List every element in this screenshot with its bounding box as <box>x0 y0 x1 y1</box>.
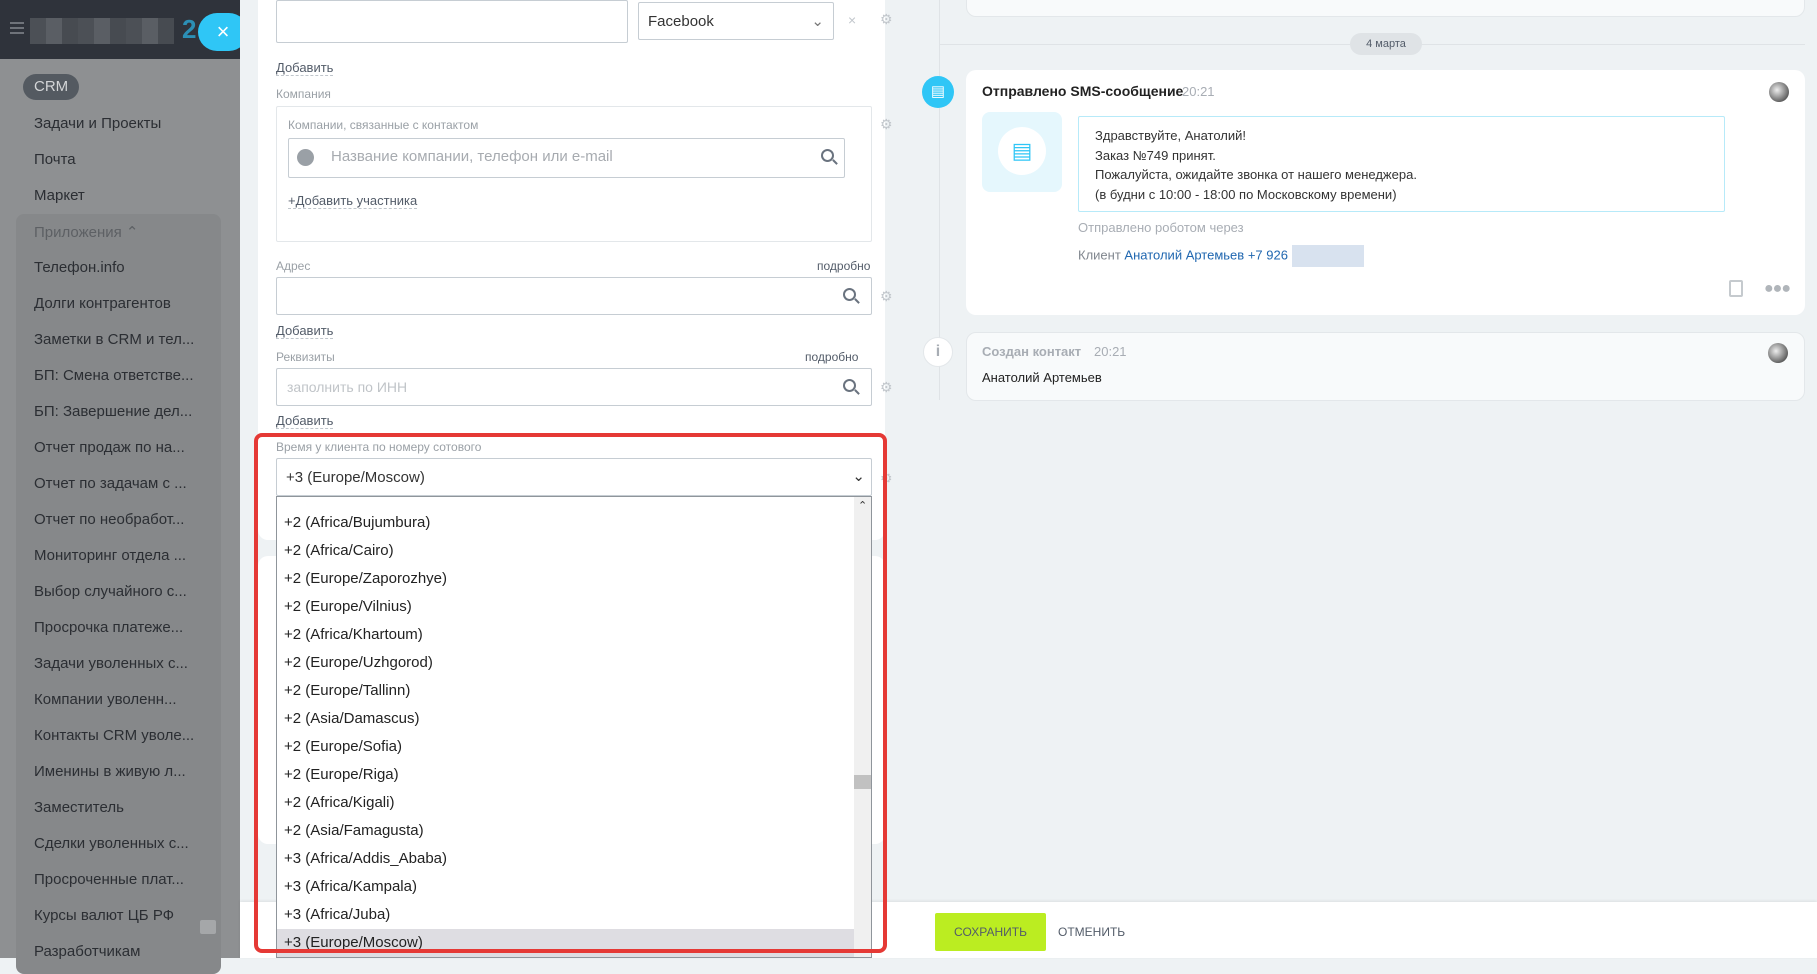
client-phone-link[interactable]: +7 926 <box>1248 247 1288 262</box>
sidebar-app-item[interactable]: Разработчикам <box>34 943 140 960</box>
sidebar-app-item[interactable]: Отчет по необработ... <box>34 511 184 528</box>
gear-icon[interactable]: ⚙ <box>880 379 893 396</box>
created-contact-name: Анатолий Артемьев <box>982 370 1102 385</box>
company-icon <box>297 149 314 166</box>
menu-icon[interactable] <box>10 22 24 24</box>
messenger-type-value: Facebook <box>648 13 714 30</box>
sms-line: Заказ №749 принят. <box>1095 147 1216 163</box>
add-requisites-link[interactable]: Добавить <box>276 413 334 429</box>
sidebar-item-mail[interactable]: Почта <box>34 151 76 168</box>
search-icon[interactable] <box>821 149 834 162</box>
sidebar-app-item[interactable]: Заместитель <box>34 799 124 816</box>
requisites-label: Реквизиты <box>276 350 335 364</box>
sidebar-app-item[interactable]: Выбор случайного с... <box>34 583 187 600</box>
add-participant-link[interactable]: +Добавить участника <box>288 193 418 209</box>
sidebar-app-item[interactable]: Просроченные плат... <box>34 871 184 888</box>
apps-group-toggle[interactable]: Приложения ⌃ <box>34 223 139 241</box>
sidebar-app-item[interactable]: Контакты CRM уволе... <box>34 727 194 744</box>
gear-icon[interactable]: ⚙ <box>880 11 893 28</box>
sidebar-app-item[interactable]: Отчет по задачам с ... <box>34 475 187 492</box>
created-contact-card <box>966 332 1805 401</box>
phone-blur <box>1291 245 1364 267</box>
address-label: Адрес <box>276 259 311 273</box>
sidebar-item-tasks[interactable]: Задачи и Проекты <box>34 115 161 132</box>
sidebar-app-item[interactable]: Именины в живую л... <box>34 763 186 780</box>
add-address-link[interactable]: Добавить <box>276 323 334 339</box>
sms-line: Пожалуйста, ожидайте звонка от нашего ме… <box>1095 167 1417 182</box>
client-label: Клиент <box>1078 247 1121 263</box>
sidebar-app-item[interactable]: Мониторинг отдела ... <box>34 547 186 564</box>
chat-icon: ▤ <box>998 127 1046 175</box>
created-time: 20:21 <box>1094 344 1127 359</box>
sidebar-app-item[interactable]: БП: Смена ответстве... <box>34 367 194 384</box>
sidebar-app-item[interactable]: Телефон.info <box>34 259 125 276</box>
highlight-box <box>254 433 887 953</box>
messenger-input[interactable] <box>276 0 628 43</box>
logo <box>30 18 174 44</box>
sidebar-app-item[interactable]: Компании уволенн... <box>34 691 177 708</box>
previous-timeline-card <box>966 0 1805 17</box>
sidebar-item-market[interactable]: Маркет <box>34 187 85 204</box>
address-input[interactable] <box>276 277 872 315</box>
chevron-down-icon: ⌄ <box>811 13 824 30</box>
sms-icon: ▤ <box>922 76 954 108</box>
search-icon[interactable] <box>843 379 856 392</box>
client-name-link[interactable]: Анатолий Артемьев <box>1124 247 1244 262</box>
logo-suffix: 2 <box>182 14 197 44</box>
sidebar-app-item[interactable]: Отчет продаж по на... <box>34 439 185 456</box>
sidebar-app-item[interactable]: БП: Завершение дел... <box>34 403 192 420</box>
client-line: Клиент Анатолий Артемьев +7 926 <box>1078 245 1364 267</box>
printer-icon[interactable] <box>200 920 216 934</box>
created-title: Создан контакт <box>982 344 1082 359</box>
sidebar-item-crm[interactable]: CRM <box>23 74 80 100</box>
sms-line: (в будни с 10:00 - 18:00 по Московскому … <box>1095 186 1397 202</box>
sidebar-app-item[interactable]: Сделки уволенных с... <box>34 835 189 852</box>
requisites-details-link[interactable]: подробно <box>805 350 858 364</box>
remove-icon[interactable]: × <box>848 12 856 28</box>
company-placeholder: Название компании, телефон или e-mail <box>331 148 613 165</box>
sms-bubble: Здравствуйте, Анатолий! Заказ №749 приня… <box>1078 116 1725 212</box>
messenger-type-select[interactable]: Facebook ⌄ <box>638 2 834 40</box>
company-box-label: Компании, связанные с контактом <box>288 118 479 132</box>
note-icon[interactable] <box>1729 280 1743 297</box>
save-button[interactable]: СОХРАНИТЬ <box>935 913 1046 951</box>
sms-time: 20:21 <box>1182 84 1215 99</box>
add-messenger-link[interactable]: Добавить <box>276 60 334 76</box>
gear-icon[interactable]: ⚙ <box>880 116 893 133</box>
more-icon[interactable]: ●●● <box>1764 280 1791 298</box>
search-icon[interactable] <box>843 288 856 301</box>
requisites-placeholder: заполнить по ИНН <box>287 379 408 395</box>
sidebar-app-item[interactable]: Курсы валют ЦБ РФ <box>34 907 174 924</box>
company-label: Компания <box>276 87 331 101</box>
sidebar-app-item[interactable]: Долги контрагентов <box>34 295 171 312</box>
date-pill: 4 марта <box>1350 33 1422 55</box>
sms-line: Здравствуйте, Анатолий! <box>1095 128 1247 143</box>
cancel-button[interactable]: ОТМЕНИТЬ <box>1058 925 1125 939</box>
sms-title: Отправлено SMS-сообщение <box>982 83 1184 99</box>
sidebar: 2 CRM Задачи и Проекты Почта Маркет Прил… <box>0 0 240 974</box>
sidebar-app-item[interactable]: Задачи уволенных с... <box>34 655 188 672</box>
sidebar-app-item[interactable]: Заметки в CRM и тел... <box>34 331 194 348</box>
gear-icon[interactable]: ⚙ <box>880 288 893 305</box>
sent-by-robot: Отправлено роботом через <box>1078 220 1244 235</box>
sms-message-icon-box: ▤ <box>982 112 1062 192</box>
info-icon: i <box>923 337 953 367</box>
sidebar-app-item[interactable]: Просрочка платеже... <box>34 619 183 636</box>
avatar[interactable] <box>1769 82 1789 102</box>
avatar[interactable] <box>1768 343 1788 363</box>
address-details-link[interactable]: подробно <box>817 259 870 273</box>
